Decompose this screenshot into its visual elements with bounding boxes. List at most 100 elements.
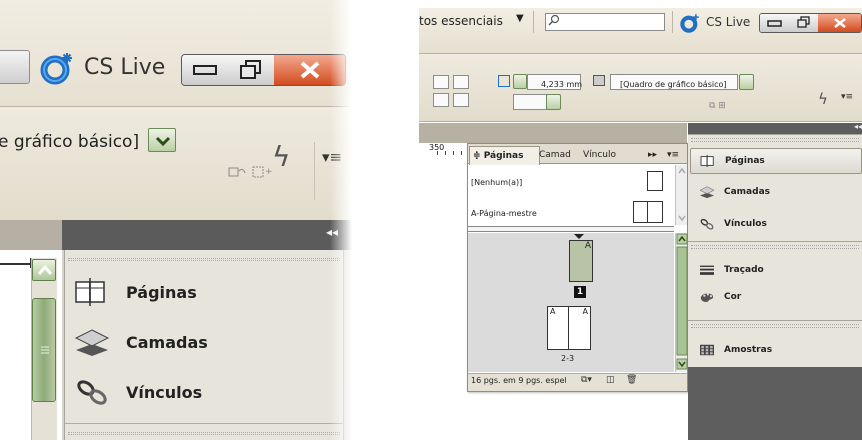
control-separator <box>314 142 315 200</box>
window-controls <box>181 54 346 86</box>
page-size-icon[interactable]: ⧉▾ <box>581 375 592 385</box>
zoom-fade <box>330 0 352 440</box>
dock-item-swatches[interactable]: Amostras <box>690 338 860 362</box>
frame-fit-icon[interactable] <box>498 75 510 87</box>
master-a[interactable]: A-Página-mestre <box>471 209 537 218</box>
chevron-up-icon <box>37 264 53 275</box>
ruler-area <box>419 143 469 440</box>
minimize-button[interactable] <box>760 14 790 32</box>
grid-icon[interactable] <box>453 75 469 89</box>
dock-item-layers[interactable]: Camadas <box>72 318 342 366</box>
panel-menu-icon[interactable]: ▾≡ <box>841 92 853 102</box>
layers-icon <box>699 186 715 199</box>
close-icon <box>834 18 846 28</box>
dock-item-label: Camadas <box>126 332 208 352</box>
dock-item-layers[interactable]: Camadas <box>690 180 860 204</box>
object-style-value: [Quadro de gráfico básico] <box>620 80 727 89</box>
panel-grip[interactable] <box>68 432 340 435</box>
bar-separator <box>533 11 534 33</box>
links-icon <box>700 218 714 230</box>
search-input[interactable] <box>545 13 665 31</box>
dock-item-links[interactable]: Vínculos <box>72 368 342 416</box>
page-3-master-letter: A <box>582 307 588 316</box>
style-tools-icons[interactable]: ⧉ ⊞ <box>709 101 726 111</box>
close-button[interactable] <box>818 14 861 32</box>
collapse-dock-icon[interactable]: ◂◂ <box>854 122 862 131</box>
ruler-tick <box>437 151 438 155</box>
scroll-thumb[interactable] <box>32 298 56 402</box>
fast-forward-icon[interactable]: ▸▸ <box>648 146 657 164</box>
ruler-tick <box>453 151 454 155</box>
align-center-icon[interactable] <box>453 93 469 107</box>
object-style-dropdown[interactable] <box>148 128 176 152</box>
panel-grip[interactable] <box>691 138 859 142</box>
dock-item-stroke[interactable]: Traçado <box>690 258 860 282</box>
page-2-thumbnail[interactable]: A <box>547 306 569 350</box>
cs-live-icon[interactable] <box>680 13 700 33</box>
restore-icon <box>797 16 810 28</box>
stepper-button[interactable] <box>513 74 527 89</box>
search-field-edge[interactable] <box>0 50 30 84</box>
align-top-icon[interactable] <box>433 93 449 107</box>
chevron-down-icon[interactable]: ▼ <box>516 13 524 24</box>
dock-item-pages[interactable]: Páginas <box>690 148 862 174</box>
panel-split-handle[interactable] <box>468 226 674 232</box>
page-1-master-letter: A <box>584 241 591 251</box>
stroke-type-dropdown[interactable] <box>546 94 561 110</box>
pages-scrollbar[interactable] <box>675 233 688 372</box>
stroke-type-select[interactable] <box>513 94 547 110</box>
masters-scrollbar[interactable] <box>675 165 687 225</box>
tab-layers[interactable]: Camad <box>539 146 583 164</box>
bar-separator <box>672 11 673 33</box>
new-page-icon[interactable]: ◫ <box>606 375 615 385</box>
page-1-thumbnail[interactable]: A <box>569 240 593 282</box>
layers-icon <box>74 329 110 356</box>
panel-grip[interactable] <box>691 245 859 249</box>
ruler-tick <box>461 151 462 155</box>
window-controls <box>759 13 862 33</box>
quick-apply-icon[interactable]: ϟ <box>272 140 290 173</box>
zoomed-detail-panel: CS Live e gráfico básico] + ϟ ▾≡ <box>0 0 352 440</box>
dock-header <box>62 220 352 250</box>
restore-button[interactable] <box>789 14 819 32</box>
ruler-line <box>0 263 30 265</box>
scroll-arrows-icon <box>676 233 688 370</box>
object-style-icon <box>593 75 605 86</box>
page-2-master-letter: A <box>550 307 556 316</box>
panel-group-divider <box>64 423 344 424</box>
object-style-dropdown[interactable] <box>739 74 754 90</box>
dock-item-label: Traçado <box>724 265 764 275</box>
dock-item-label: Cor <box>724 292 742 302</box>
minimize-button[interactable] <box>182 55 229 85</box>
scroll-up-button[interactable] <box>32 259 56 281</box>
dock-item-links[interactable]: Vínculos <box>690 212 860 236</box>
page-3-thumbnail[interactable]: A <box>569 306 591 350</box>
text-frame-options-icon[interactable] <box>433 75 449 89</box>
workspace-switcher[interactable]: tos essenciais <box>419 14 503 28</box>
stroke-weight-value: 4,233 mm <box>541 80 583 89</box>
panel-menu-icon[interactable]: ▾≡ <box>667 146 679 164</box>
scroll-arrows-icon <box>678 167 686 222</box>
cs-live-label[interactable]: CS Live <box>706 15 750 29</box>
panel-grip[interactable] <box>691 324 859 328</box>
restore-button[interactable] <box>228 55 275 85</box>
master-none-thumbnail[interactable] <box>647 171 663 191</box>
master-a-right-thumbnail[interactable] <box>647 201 663 223</box>
cs-live-icon[interactable] <box>40 51 74 85</box>
chevron-down-icon <box>155 136 171 147</box>
grip-icon <box>41 346 49 354</box>
delete-page-icon[interactable]: 🗑 <box>626 375 637 385</box>
cs-live-label[interactable]: CS Live <box>84 55 165 80</box>
panel-grip[interactable] <box>68 258 340 261</box>
object-style-value[interactable]: e gráfico básico] <box>0 132 139 152</box>
dock-item-label: Vínculos <box>126 382 203 402</box>
style-tools-icons[interactable]: + <box>227 165 277 181</box>
dock-item-label: Amostras <box>724 345 773 355</box>
dock-item-pages[interactable]: Páginas <box>72 268 342 316</box>
dock-header <box>688 123 862 134</box>
tab-pages[interactable]: ≑ Páginas <box>469 146 540 165</box>
quick-apply-icon[interactable]: ϟ <box>818 90 828 108</box>
tab-links[interactable]: Vínculo <box>583 146 629 164</box>
master-none[interactable]: [Nenhum(a)] <box>471 178 522 187</box>
dock-item-color[interactable]: Cor <box>690 285 860 309</box>
